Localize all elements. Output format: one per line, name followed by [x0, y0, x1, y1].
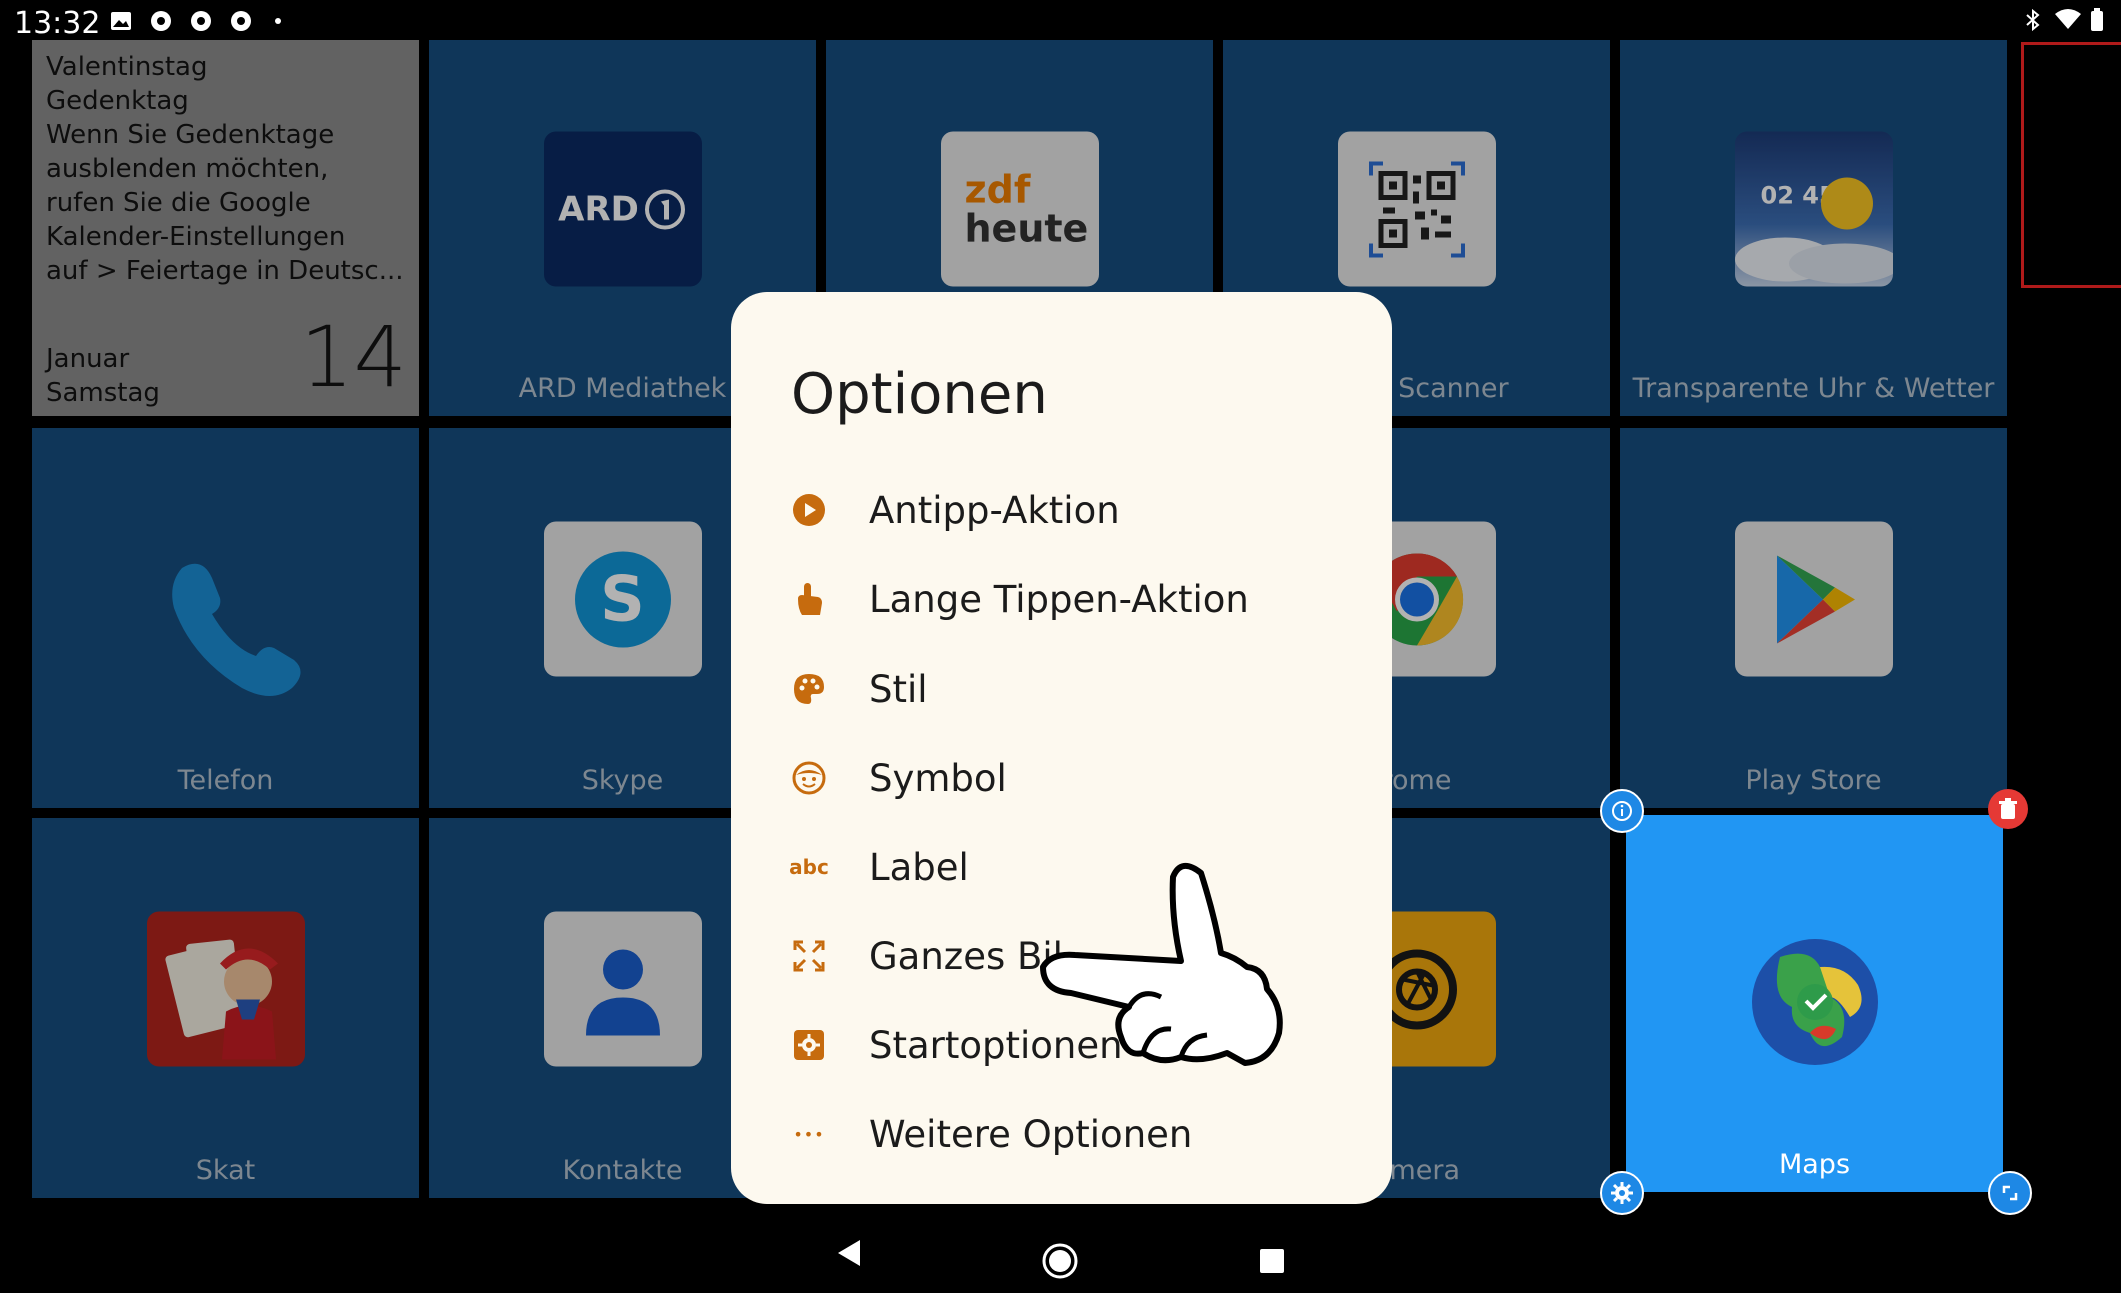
- edge-panel-indicator: [2021, 42, 2121, 288]
- contacts-icon: [543, 911, 702, 1067]
- dialog-title: Optionen: [791, 362, 1048, 427]
- weather-clock-icon: 02 45: [1734, 131, 1893, 287]
- skat-cards-icon: [146, 911, 305, 1067]
- gear-icon: [1611, 1182, 1633, 1204]
- resize-icon: [2002, 1185, 2018, 1201]
- chrome-icon: [150, 10, 172, 32]
- tile-transparente-uhr-wetter[interactable]: 02 45 Transparente Uhr & Wetter: [1620, 40, 2007, 416]
- tile-play-store[interactable]: Play Store: [1620, 428, 2007, 808]
- home-button[interactable]: [1041, 1242, 1079, 1284]
- image-icon: [110, 10, 132, 32]
- pointing-hand-cursor: [1031, 857, 1291, 1081]
- chrome-icon: [190, 10, 212, 32]
- clock: 13:32: [14, 6, 101, 41]
- calendar-widget[interactable]: Valentinstag Gedenktag Wenn Sie Gedenkta…: [32, 40, 419, 416]
- calendar-day-number: 14: [300, 308, 407, 406]
- status-bar: 13:32: [0, 0, 2121, 41]
- phone-icon: [162, 548, 312, 702]
- recents-square-icon: [1260, 1249, 1284, 1273]
- calendar-event-text: Valentinstag Gedenktag Wenn Sie Gedenkta…: [46, 52, 404, 286]
- option-symbol[interactable]: Symbol: [791, 748, 1351, 808]
- tile-label: Play Store: [1745, 765, 1882, 796]
- tile-label: Transparente Uhr & Wetter: [1632, 373, 1995, 404]
- info-icon: [1612, 801, 1632, 821]
- battery-icon: [2090, 8, 2104, 38]
- ard-icon: ARD: [543, 131, 702, 287]
- abc-icon: abc: [789, 855, 829, 879]
- play-store-icon: [1734, 521, 1893, 677]
- tile-skat[interactable]: Skat: [32, 818, 419, 1198]
- settings-box-icon: [791, 1027, 827, 1063]
- palette-icon: [791, 671, 827, 707]
- option-antipp-aktion[interactable]: Antipp-Aktion: [791, 480, 1351, 540]
- bluetooth-icon: [2024, 8, 2042, 38]
- option-weitere-optionen[interactable]: ••• Weitere Optionen: [791, 1104, 1351, 1164]
- qr-code-icon: [1337, 131, 1496, 287]
- wifi-icon: [2054, 8, 2082, 36]
- more-dots-icon: •••: [793, 1124, 825, 1144]
- play-circle-icon: [791, 492, 827, 528]
- chrome-icon: [230, 10, 252, 32]
- tile-label: Telefon: [177, 765, 274, 796]
- home-circle-icon: [1042, 1243, 1078, 1279]
- back-button[interactable]: [836, 1238, 862, 1272]
- fullscreen-icon: [791, 938, 827, 974]
- back-triangle-icon: [838, 1240, 860, 1266]
- skype-icon: S: [543, 521, 702, 677]
- tile-maps-selected[interactable]: Maps: [1626, 815, 2003, 1192]
- face-icon: [791, 760, 827, 796]
- delete-handle[interactable]: [1988, 789, 2028, 829]
- zdf-heute-icon: zdf heute: [940, 131, 1099, 287]
- tile-label: Maps: [1778, 1149, 1851, 1180]
- options-dialog: Optionen Antipp-Aktion Lange Tippen-Akti…: [731, 292, 1392, 1204]
- recents-button[interactable]: [1259, 1248, 1285, 1278]
- maps-globe-icon: [1750, 937, 1880, 1071]
- info-handle[interactable]: [1600, 789, 1644, 833]
- tile-label: Skat: [195, 1155, 256, 1186]
- tile-telefon[interactable]: Telefon: [32, 428, 419, 808]
- trash-icon: [1999, 798, 2017, 819]
- dot-icon: [270, 10, 292, 32]
- option-stil[interactable]: Stil: [791, 659, 1351, 719]
- touch-hand-icon: [791, 581, 827, 617]
- calendar-date-text: Januar Samstag: [46, 344, 160, 408]
- option-lange-tippen-aktion[interactable]: Lange Tippen-Aktion: [791, 569, 1351, 629]
